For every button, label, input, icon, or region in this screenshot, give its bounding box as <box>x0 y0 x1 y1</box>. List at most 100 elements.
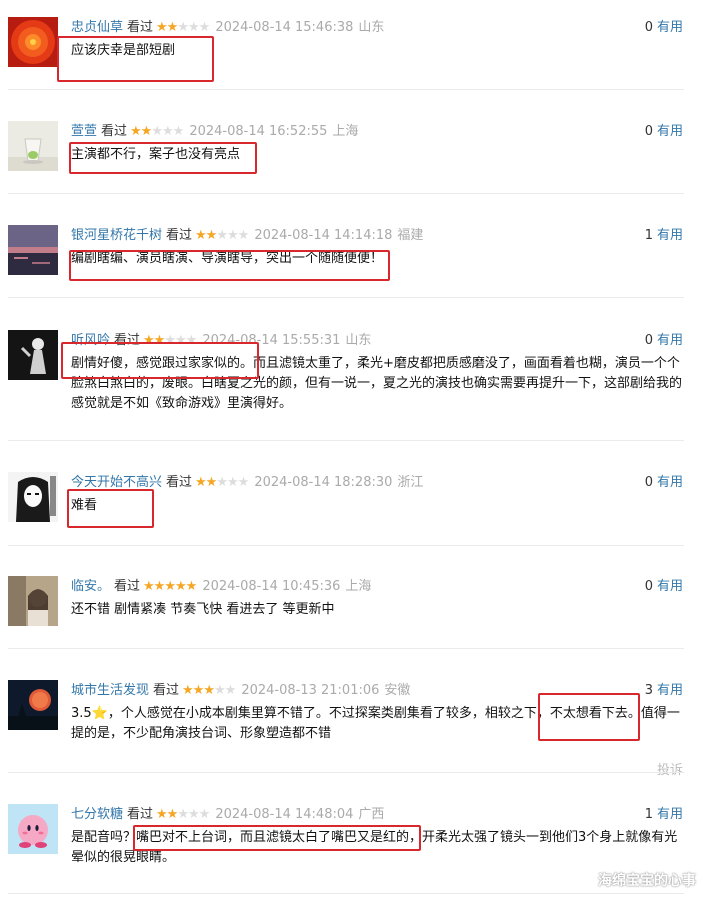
useful-button[interactable]: 有用 <box>657 579 683 594</box>
comment-item: 临安。 看过 ★★★★★ 2024-08-14 10:45:36 上海 0 有用 还不错 … <box>0 576 703 656</box>
report-link[interactable]: 投诉 <box>657 759 683 778</box>
comment-meta: 城市生活发现 看过 ★★★★★ 2024-08-13 21:01:06 安徽 <box>71 681 410 701</box>
highlight-box <box>69 250 390 281</box>
vote-count: 0 <box>644 20 653 35</box>
comment-meta: 临安。 看过 ★★★★★ 2024-08-14 10:45:36 上海 <box>71 577 371 597</box>
highlight-box <box>57 36 214 82</box>
location: 福建 <box>397 228 424 243</box>
comment-item: 听风吟 看过 ★★★★★ 2024-08-14 15:55:31 山东 0 有用 剧情好傻… <box>0 330 703 430</box>
timestamp: 2024-08-14 14:48:04 <box>215 807 354 822</box>
highlight-box <box>67 489 154 528</box>
comment-meta: 银河星桥花千树 看过 ★★★★★ 2024-08-14 14:14:18 福建 <box>71 226 423 246</box>
location: 山东 <box>358 20 385 35</box>
divider <box>8 440 684 441</box>
vote-area: 0 有用 <box>645 18 683 38</box>
vote-count: 1 <box>644 228 653 243</box>
comment-item: 城市生活发现 看过 ★★★★★ 2024-08-13 21:01:06 安徽 3 有用 3… <box>0 680 703 780</box>
location: 上海 <box>345 579 372 594</box>
vote-area: 0 有用 <box>645 122 683 142</box>
watched-label: 看过 <box>166 228 193 243</box>
timestamp: 2024-08-14 16:52:55 <box>189 124 328 139</box>
glass-cup-avatar-icon <box>8 121 58 171</box>
comment-meta: 七分软糖 看过 ★★★★★ 2024-08-14 14:48:04 广西 <box>71 805 384 825</box>
night-moon-avatar-icon <box>8 680 58 730</box>
comment-item: 银河星桥花千树 看过 ★★★★★ 2024-08-14 14:14:18 福建 1 有用 … <box>0 225 703 305</box>
comment-meta: 忠贞仙草 看过 ★★★★★ 2024-08-14 15:46:38 山东 <box>71 18 384 38</box>
rating-stars: ★★★★★ <box>195 228 249 243</box>
avatar[interactable] <box>8 472 58 522</box>
vote-area: 3 有用 <box>645 681 683 701</box>
useful-button[interactable]: 有用 <box>657 20 683 35</box>
red-flower-avatar-icon <box>8 17 58 67</box>
username-link[interactable]: 临安。 <box>71 579 110 594</box>
avatar[interactable] <box>8 225 58 275</box>
vote-count: 3 <box>644 683 653 698</box>
timestamp: 2024-08-14 14:14:18 <box>254 228 393 243</box>
vote-count: 0 <box>644 124 653 139</box>
watched-label: 看过 <box>166 475 193 490</box>
username-link[interactable]: 银河星桥花千树 <box>71 228 162 243</box>
manga-girl-avatar-icon <box>8 472 58 522</box>
username-link[interactable]: 城市生活发现 <box>71 683 149 698</box>
username-link[interactable]: 忠贞仙草 <box>71 20 123 35</box>
vote-area: 1 有用 <box>645 805 683 825</box>
comment-text: 还不错 剧情紧凑 节奏飞快 看进去了 等更新中 <box>71 602 335 617</box>
divider <box>8 545 684 546</box>
location: 广西 <box>358 807 385 822</box>
watched-label: 看过 <box>153 683 180 698</box>
watermark: 海绵宝宝的心事 <box>598 873 696 889</box>
useful-button[interactable]: 有用 <box>657 228 683 243</box>
username-link[interactable]: 七分软糖 <box>71 807 123 822</box>
divider <box>8 772 684 773</box>
sunset-sea-avatar-icon <box>8 225 58 275</box>
watched-label: 看过 <box>101 124 128 139</box>
comment-text: 难看 <box>71 498 98 513</box>
comment-item: 萱萱 看过 ★★★★★ 2024-08-14 16:52:55 上海 0 有用 主演都不行… <box>0 121 703 201</box>
useful-button[interactable]: 有用 <box>657 124 683 139</box>
avatar[interactable] <box>8 121 58 171</box>
username-link[interactable]: 今天开始不高兴 <box>71 475 162 490</box>
vote-area: 1 有用 <box>645 226 683 246</box>
girl-photo-avatar-icon <box>8 576 58 626</box>
rating-stars: ★★★★★ <box>182 683 236 698</box>
timestamp: 2024-08-13 21:01:06 <box>241 683 380 698</box>
timestamp: 2024-08-14 10:45:36 <box>202 579 341 594</box>
location: 安徽 <box>384 683 411 698</box>
highlight-box <box>69 142 257 174</box>
location: 浙江 <box>397 475 424 490</box>
rating-stars: ★★★★★ <box>156 20 210 35</box>
timestamp: 2024-08-14 18:28:30 <box>254 475 393 490</box>
dark-figure-avatar-icon <box>8 330 58 380</box>
useful-button[interactable]: 有用 <box>657 683 683 698</box>
vote-count: 0 <box>644 475 653 490</box>
useful-button[interactable]: 有用 <box>657 807 683 822</box>
avatar[interactable] <box>8 804 58 854</box>
useful-button[interactable]: 有用 <box>657 333 683 348</box>
vote-count: 1 <box>644 807 653 822</box>
divider <box>8 893 684 894</box>
rating-stars: ★★★★★ <box>143 579 197 594</box>
watched-label: 看过 <box>127 20 154 35</box>
comment-item: 忠贞仙草 看过 ★★★★★ 2024-08-14 15:46:38 山东 0 有用 应该庆… <box>0 17 703 97</box>
divider <box>8 297 684 298</box>
vote-area: 0 有用 <box>645 577 683 597</box>
rating-stars: ★★★★★ <box>195 475 249 490</box>
timestamp: 2024-08-14 15:46:38 <box>215 20 354 35</box>
location: 上海 <box>332 124 359 139</box>
divider <box>8 648 684 649</box>
avatar[interactable] <box>8 330 58 380</box>
avatar[interactable] <box>8 576 58 626</box>
avatar[interactable] <box>8 17 58 67</box>
watched-label: 看过 <box>114 579 141 594</box>
useful-button[interactable]: 有用 <box>657 475 683 490</box>
avatar[interactable] <box>8 680 58 730</box>
vote-area: 0 有用 <box>645 473 683 493</box>
divider <box>8 193 684 194</box>
location: 山东 <box>345 333 372 348</box>
vote-area: 0 有用 <box>645 331 683 351</box>
comment-meta: 萱萱 看过 ★★★★★ 2024-08-14 16:52:55 上海 <box>71 122 358 142</box>
divider <box>8 89 684 90</box>
rating-stars: ★★★★★ <box>130 124 184 139</box>
vote-count: 0 <box>644 333 653 348</box>
username-link[interactable]: 萱萱 <box>71 124 97 139</box>
